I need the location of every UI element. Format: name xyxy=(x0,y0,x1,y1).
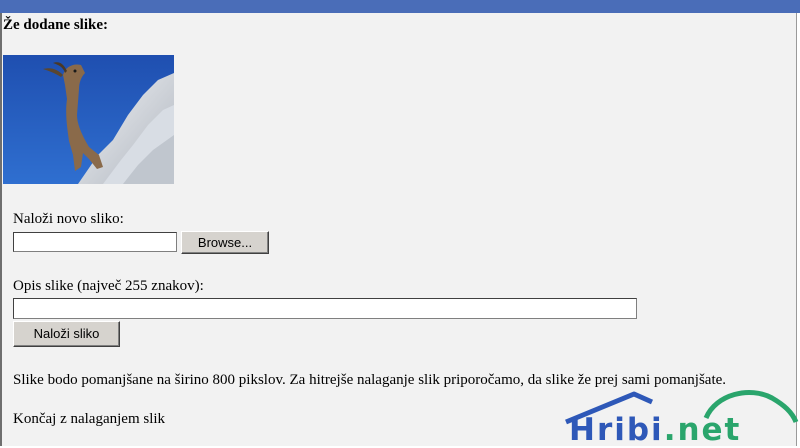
top-bar xyxy=(0,0,800,13)
file-path-input[interactable] xyxy=(13,232,177,252)
image-description-label: Opis slike (največ 255 znakov): xyxy=(13,278,204,294)
logo-text-main: Hribi xyxy=(569,412,664,448)
goat-photo-image xyxy=(3,55,174,184)
upload-image-button[interactable]: Naloži sliko xyxy=(13,321,120,347)
uploaded-photo-thumbnail[interactable] xyxy=(3,55,174,184)
hribi-logo-text: Hribi.net xyxy=(569,412,741,448)
image-description-input[interactable] xyxy=(13,298,637,319)
browse-button[interactable]: Browse... xyxy=(181,231,269,254)
finish-uploading-link[interactable]: Končaj z nalaganjem slik xyxy=(13,411,165,428)
logo-text-net: .net xyxy=(663,412,742,448)
upload-new-image-label: Naloži novo sliko: xyxy=(13,211,124,227)
page-heading: Že dodane slike: xyxy=(3,17,109,33)
